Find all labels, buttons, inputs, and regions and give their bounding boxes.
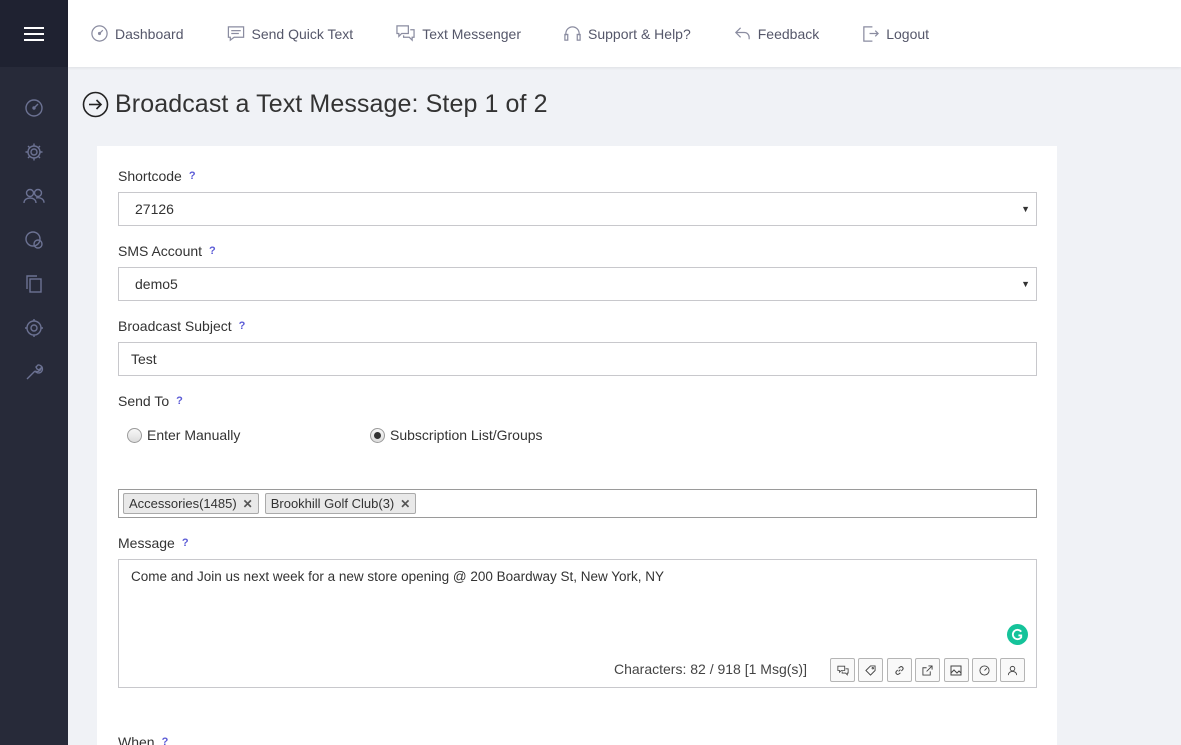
- sidebar: [0, 0, 68, 745]
- shortcode-value: 27126: [135, 201, 174, 217]
- image-icon[interactable]: [943, 658, 969, 682]
- logout-icon: [863, 26, 880, 42]
- headset-icon: [564, 26, 581, 41]
- nav-dashboard[interactable]: Dashboard: [90, 24, 184, 43]
- tag-icon[interactable]: [858, 658, 884, 682]
- group-tag: Accessories(1485) ✕: [123, 493, 259, 514]
- nav-support-help-label: Support & Help?: [588, 25, 691, 42]
- sms-account-label: SMS Account: [118, 243, 203, 259]
- character-count: Characters: 82 / 918 [1 Msg(s)]: [614, 661, 807, 677]
- user-icon[interactable]: [1000, 658, 1026, 682]
- send-to-label-row: Send To ?: [118, 393, 183, 409]
- groups-tag-input[interactable]: Accessories(1485) ✕ Brookhill Golf Club(…: [118, 489, 1037, 518]
- chevron-down-icon: ▼: [1021, 204, 1030, 214]
- group-tag: Brookhill Golf Club(3) ✕: [264, 493, 417, 514]
- gauge-icon[interactable]: [971, 658, 997, 682]
- radio-button-selected[interactable]: [370, 427, 385, 443]
- nav-send-quick-text[interactable]: Send Quick Text: [226, 24, 354, 43]
- message-label: Message: [118, 535, 175, 551]
- sms-account-select[interactable]: demo5 ▼: [118, 267, 1037, 301]
- dashboard-icon: [91, 25, 108, 42]
- message-toolbar: [830, 658, 1029, 682]
- subject-help-icon[interactable]: ?: [239, 320, 246, 332]
- group-tag-label: Brookhill Golf Club(3): [270, 496, 395, 511]
- subject-input[interactable]: Test: [118, 342, 1037, 376]
- message-icon: [227, 26, 244, 42]
- wrench-icon[interactable]: [0, 350, 68, 394]
- subject-label-row: Broadcast Subject ?: [118, 318, 245, 334]
- nav-logout-label: Logout: [886, 25, 930, 42]
- remove-tag-icon[interactable]: ✕: [243, 497, 253, 511]
- chevron-down-icon: ▼: [1021, 279, 1030, 289]
- link-icon[interactable]: [886, 658, 912, 682]
- top-navigation: Dashboard Send Quick Text Text Messenger…: [68, 0, 1181, 67]
- when-help-icon[interactable]: ?: [162, 736, 169, 745]
- chat-icon[interactable]: [830, 658, 855, 682]
- nav-text-messenger[interactable]: Text Messenger: [395, 24, 521, 43]
- sms-account-help-icon[interactable]: ?: [209, 245, 216, 257]
- nav-dashboard-label: Dashboard: [115, 25, 184, 42]
- nav-feedback-label: Feedback: [757, 25, 820, 42]
- shortcode-select[interactable]: 27126 ▼: [118, 192, 1037, 226]
- arrow-circle-right-icon: [82, 91, 109, 118]
- radio-enter-manually-label: Enter Manually: [147, 427, 241, 443]
- message-text: Come and Join us next week for a new sto…: [131, 569, 664, 584]
- shortcode-help-icon[interactable]: ?: [189, 170, 196, 182]
- sms-account-label-row: SMS Account ?: [118, 243, 216, 259]
- settings-icon[interactable]: [0, 306, 68, 350]
- users-icon[interactable]: [0, 174, 68, 218]
- shortcode-label: Shortcode: [118, 168, 182, 184]
- gear-icon[interactable]: [0, 130, 68, 174]
- broadcast-form-card: Shortcode ? 27126 ▼ SMS Account ? demo5 …: [97, 146, 1057, 745]
- page-title: Broadcast a Text Message: Step 1 of 2: [115, 90, 548, 118]
- subject-value: Test: [131, 351, 157, 367]
- remove-tag-icon[interactable]: ✕: [400, 497, 410, 511]
- send-to-help-icon[interactable]: ?: [176, 395, 183, 407]
- sms-account-value: demo5: [135, 276, 178, 292]
- radio-subscription-groups-label: Subscription List/Groups: [390, 427, 543, 443]
- nav-feedback[interactable]: Feedback: [733, 24, 819, 43]
- page-heading: Broadcast a Text Message: Step 1 of 2: [82, 90, 548, 119]
- gauge-icon[interactable]: [0, 86, 68, 130]
- external-link-icon[interactable]: [915, 658, 941, 682]
- radio-enter-manually[interactable]: Enter Manually: [127, 427, 240, 443]
- nav-logout[interactable]: Logout: [861, 24, 929, 43]
- chat-bubbles-icon[interactable]: [0, 218, 68, 262]
- radio-subscription-groups[interactable]: Subscription List/Groups: [370, 427, 543, 443]
- copy-icon[interactable]: [0, 262, 68, 306]
- nav-send-quick-text-label: Send Quick Text: [251, 25, 354, 42]
- chat-icon: [396, 25, 415, 42]
- nav-text-messenger-label: Text Messenger: [422, 25, 522, 42]
- send-to-label: Send To: [118, 393, 170, 409]
- message-label-row: Message ?: [118, 535, 189, 551]
- message-textarea[interactable]: Come and Join us next week for a new sto…: [118, 559, 1037, 688]
- when-label: When: [118, 734, 155, 745]
- hamburger-menu-icon[interactable]: [0, 0, 68, 67]
- group-tag-label: Accessories(1485): [129, 496, 237, 511]
- message-help-icon[interactable]: ?: [182, 537, 189, 549]
- shortcode-label-row: Shortcode ?: [118, 168, 196, 184]
- radio-button[interactable]: [127, 427, 142, 443]
- grammarly-icon[interactable]: [1007, 624, 1028, 645]
- when-label-row: When ?: [118, 734, 168, 745]
- nav-support-help[interactable]: Support & Help?: [563, 24, 691, 43]
- reply-icon: [734, 27, 750, 40]
- subject-label: Broadcast Subject: [118, 318, 232, 334]
